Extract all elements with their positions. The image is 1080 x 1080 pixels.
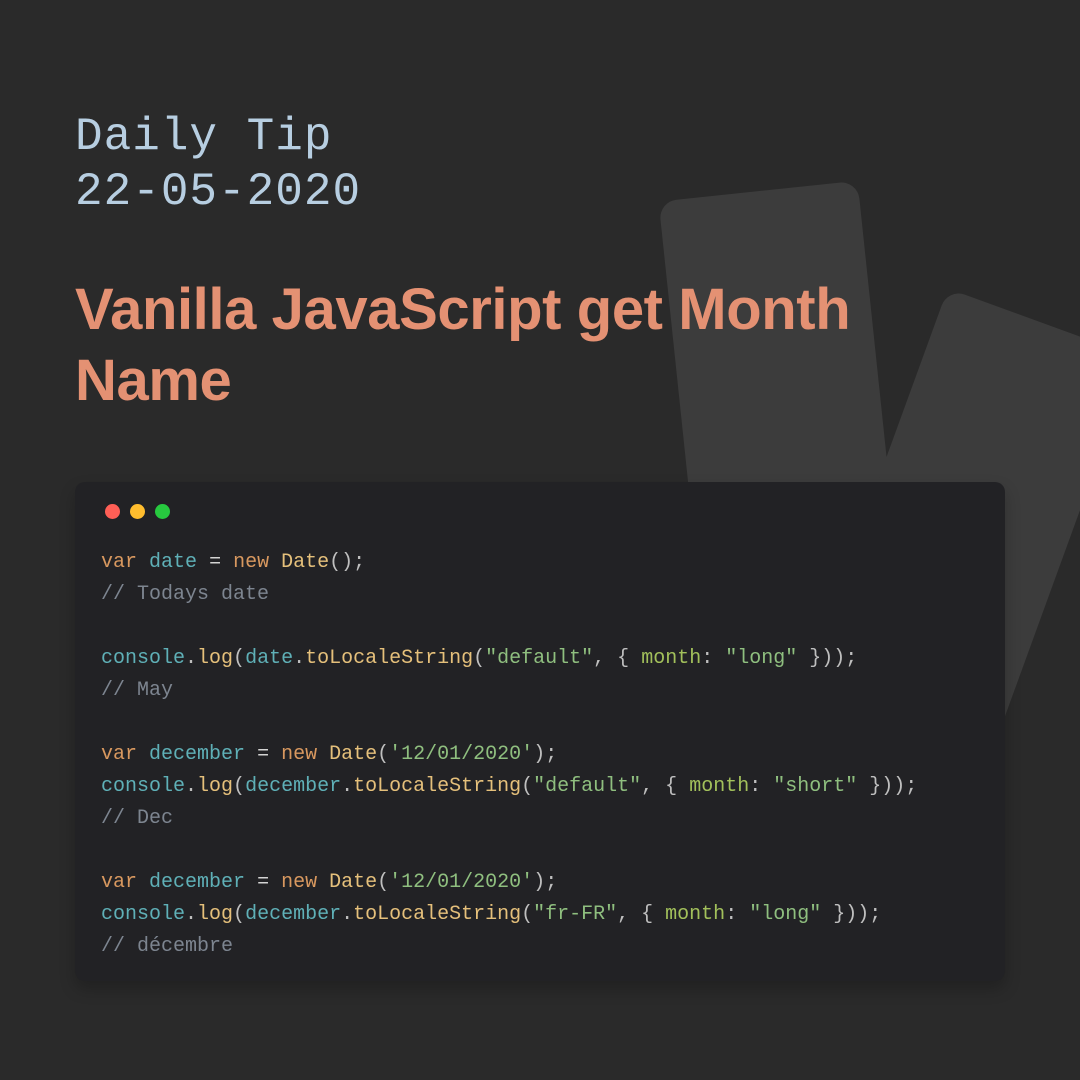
minimize-dot-icon [130, 504, 145, 519]
kicker: Daily Tip 22-05-2020 [75, 110, 1005, 220]
content-container: Daily Tip 22-05-2020 Vanilla JavaScript … [0, 0, 1080, 981]
kicker-date: 22-05-2020 [75, 165, 1005, 220]
close-dot-icon [105, 504, 120, 519]
page-title: Vanilla JavaScript get Month Name [75, 275, 1005, 417]
code-window: var date = new Date(); // Todays date co… [75, 482, 1005, 981]
maximize-dot-icon [155, 504, 170, 519]
kicker-label: Daily Tip [75, 110, 1005, 165]
window-controls [101, 504, 979, 519]
code-block: var date = new Date(); // Todays date co… [101, 547, 979, 963]
